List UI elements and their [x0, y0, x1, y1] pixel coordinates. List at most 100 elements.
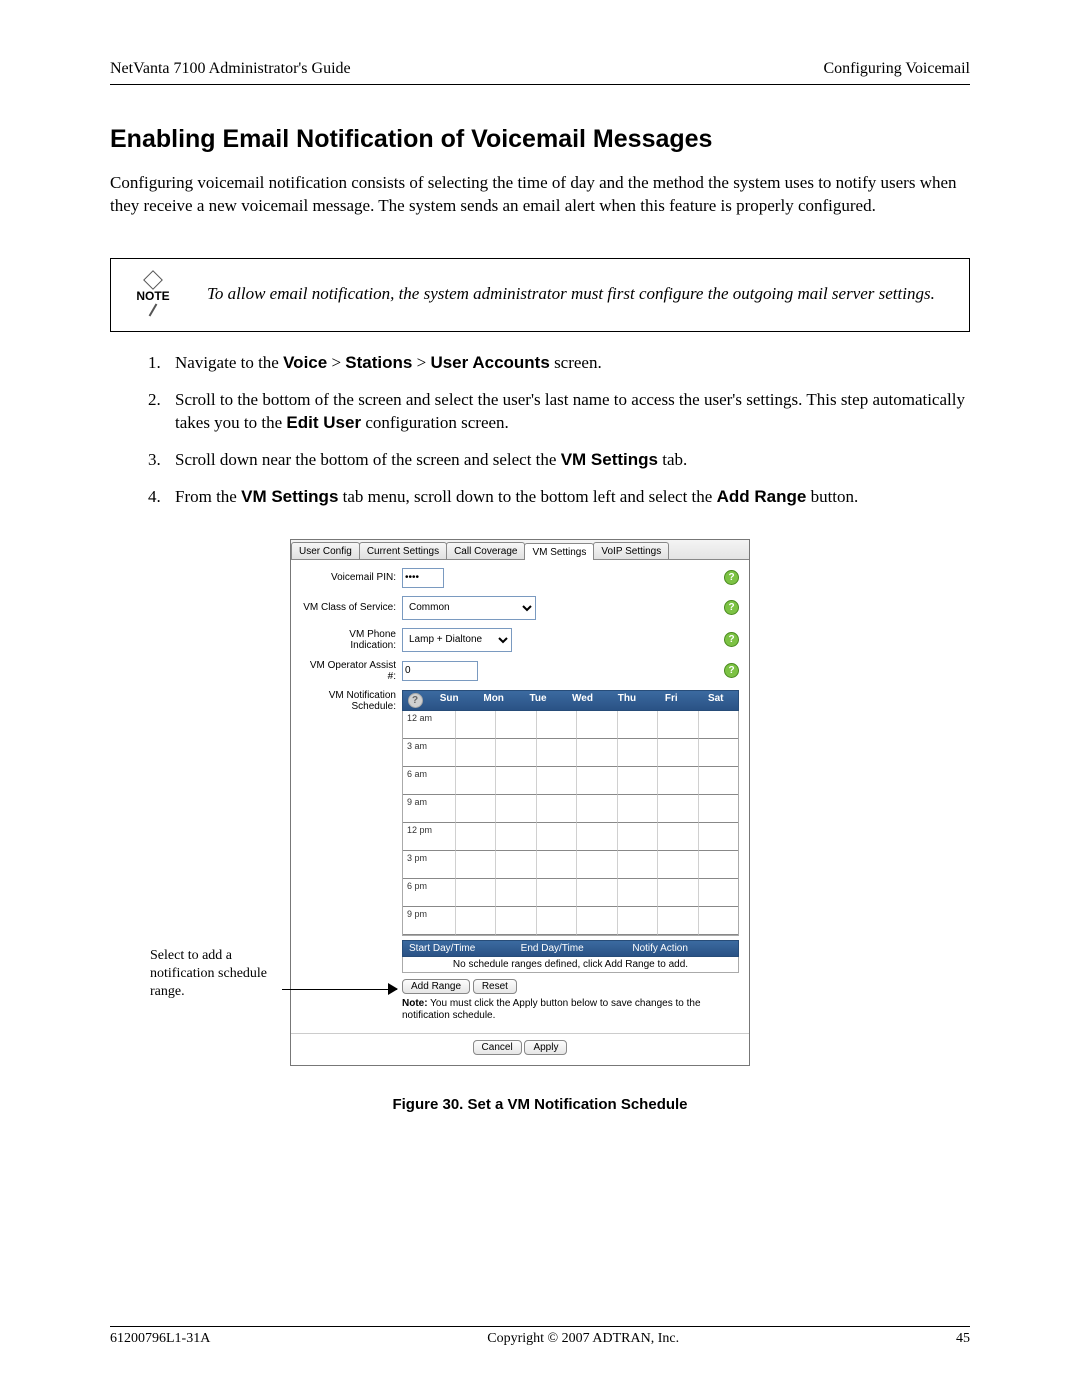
time-cell[interactable] [537, 823, 577, 851]
time-cell[interactable] [577, 851, 617, 879]
time-cell[interactable] [577, 879, 617, 907]
time-row: 9 am [403, 795, 738, 823]
time-cell[interactable] [496, 907, 536, 935]
time-label: 6 pm [403, 879, 456, 907]
time-cell[interactable] [577, 795, 617, 823]
time-cell[interactable] [537, 767, 577, 795]
time-cell[interactable] [618, 711, 658, 739]
time-cell[interactable] [658, 907, 698, 935]
time-cell[interactable] [537, 711, 577, 739]
time-cell[interactable] [618, 907, 658, 935]
callout-text: Select to add a notification schedule ra… [150, 947, 290, 1002]
time-cell[interactable] [618, 739, 658, 767]
help-icon[interactable]: ? [724, 632, 739, 647]
time-cell[interactable] [658, 767, 698, 795]
time-cell[interactable] [699, 739, 738, 767]
time-cell[interactable] [496, 823, 536, 851]
tab-current-settings[interactable]: Current Settings [359, 542, 447, 559]
time-cell[interactable] [658, 711, 698, 739]
section-title: Enabling Email Notification of Voicemail… [110, 125, 970, 154]
time-cell[interactable] [456, 907, 496, 935]
time-cell[interactable] [456, 739, 496, 767]
callout-line [282, 989, 397, 990]
time-cell[interactable] [577, 823, 617, 851]
time-cell[interactable] [456, 767, 496, 795]
time-cell[interactable] [699, 711, 738, 739]
time-row: 12 am [403, 711, 738, 739]
time-cell[interactable] [496, 851, 536, 879]
cos-select[interactable]: Common [402, 596, 536, 620]
time-cell[interactable] [456, 823, 496, 851]
time-cell[interactable] [618, 851, 658, 879]
tab-voip-settings[interactable]: VoIP Settings [593, 542, 669, 559]
time-cell[interactable] [456, 851, 496, 879]
time-cell[interactable] [496, 795, 536, 823]
time-label: 9 am [403, 795, 456, 823]
time-cell[interactable] [577, 739, 617, 767]
pin-input[interactable] [402, 568, 444, 588]
time-cell[interactable] [537, 739, 577, 767]
time-cell[interactable] [537, 795, 577, 823]
tab-user-config[interactable]: User Config [291, 542, 360, 559]
day-sat: Sat [694, 691, 738, 710]
time-cell[interactable] [577, 711, 617, 739]
time-cell[interactable] [618, 879, 658, 907]
time-cell[interactable] [699, 907, 738, 935]
time-label: 6 am [403, 767, 456, 795]
cancel-button[interactable]: Cancel [473, 1040, 522, 1055]
time-cell[interactable] [658, 795, 698, 823]
time-cell[interactable] [496, 739, 536, 767]
help-icon[interactable]: ? [724, 600, 739, 615]
app-window: User Config Current Settings Call Covera… [290, 539, 750, 1066]
time-cell[interactable] [699, 767, 738, 795]
time-cell[interactable] [618, 767, 658, 795]
time-cell[interactable] [618, 823, 658, 851]
header-right: Configuring Voicemail [823, 60, 970, 78]
time-cell[interactable] [658, 879, 698, 907]
time-cell[interactable] [577, 767, 617, 795]
time-label: 12 am [403, 711, 456, 739]
time-cell[interactable] [658, 851, 698, 879]
footer-left: 61200796L1-31A [110, 1331, 210, 1347]
steps-list: Navigate to the Voice > Stations > User … [110, 352, 970, 509]
tab-vm-settings[interactable]: VM Settings [524, 543, 594, 560]
day-mon: Mon [471, 691, 515, 710]
time-cell[interactable] [658, 739, 698, 767]
time-cell[interactable] [699, 823, 738, 851]
help-icon[interactable]: ? [724, 663, 739, 678]
time-cell[interactable] [699, 879, 738, 907]
day-thu: Thu [605, 691, 649, 710]
reset-button[interactable]: Reset [473, 979, 517, 994]
time-row: 6 am [403, 767, 738, 795]
time-cell[interactable] [456, 795, 496, 823]
assist-label: VM Operator Assist #: [301, 660, 402, 682]
time-cell[interactable] [537, 907, 577, 935]
time-cell[interactable] [699, 795, 738, 823]
note-icon: NOTE [129, 273, 177, 317]
day-sun: Sun [427, 691, 471, 710]
time-cell[interactable] [496, 767, 536, 795]
phone-label: VM Phone Indication: [301, 629, 402, 651]
assist-input[interactable] [402, 661, 478, 681]
help-icon[interactable]: ? [408, 693, 423, 708]
time-row: 3 am [403, 739, 738, 767]
phone-select[interactable]: Lamp + Dialtone [402, 628, 512, 652]
time-cell[interactable] [537, 879, 577, 907]
time-cell[interactable] [577, 907, 617, 935]
footer-center: Copyright © 2007 ADTRAN, Inc. [487, 1331, 679, 1347]
time-cell[interactable] [456, 879, 496, 907]
time-cell[interactable] [618, 795, 658, 823]
footer-right: 45 [956, 1331, 970, 1347]
time-cell[interactable] [456, 711, 496, 739]
step-1: Navigate to the Voice > Stations > User … [165, 352, 970, 375]
tab-call-coverage[interactable]: Call Coverage [446, 542, 525, 559]
help-icon[interactable]: ? [724, 570, 739, 585]
time-cell[interactable] [699, 851, 738, 879]
time-cell[interactable] [496, 711, 536, 739]
apply-button[interactable]: Apply [524, 1040, 567, 1055]
time-cell[interactable] [658, 823, 698, 851]
add-range-button[interactable]: Add Range [402, 979, 470, 994]
time-cell[interactable] [496, 879, 536, 907]
time-cell[interactable] [537, 851, 577, 879]
time-grid[interactable]: 12 am3 am6 am9 am12 pm3 pm6 pm9 pm [402, 711, 739, 936]
